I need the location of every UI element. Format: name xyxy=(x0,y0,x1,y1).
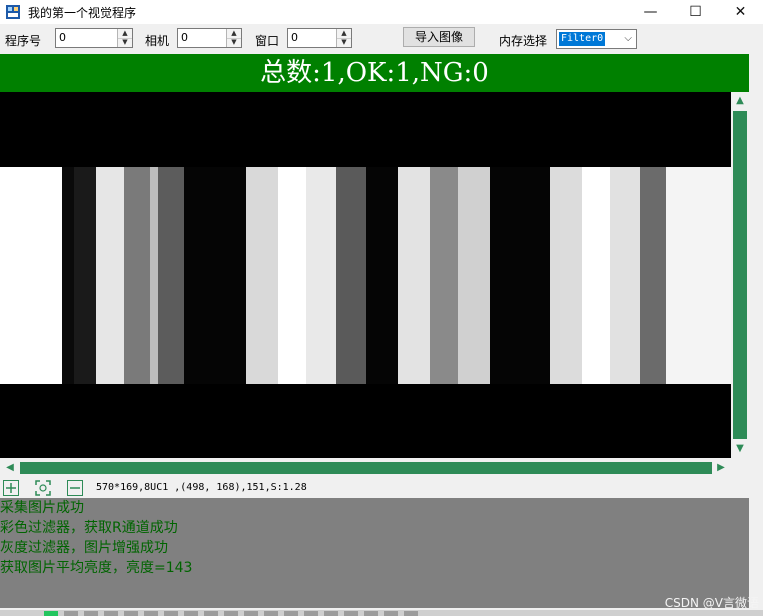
scroll-down-icon[interactable]: ▼ xyxy=(731,443,749,454)
close-button[interactable]: ✕ xyxy=(718,0,763,24)
title-bar: 我的第一个视觉程序 — ☐ ✕ xyxy=(0,0,763,24)
camera-value[interactable]: 0 xyxy=(181,31,188,44)
scroll-right-icon[interactable]: ▶ xyxy=(712,462,730,473)
window-label: 窗口 xyxy=(255,34,280,48)
camera-spinner[interactable]: 0 ▲ ▼ xyxy=(177,28,242,48)
result-banner: 总数:1,OK:1,NG:0 xyxy=(0,54,749,92)
spin-down-icon[interactable]: ▼ xyxy=(118,38,132,47)
window-value[interactable]: 0 xyxy=(291,31,298,44)
program-number-spinner[interactable]: 0 ▲ ▼ xyxy=(55,28,133,48)
import-image-button[interactable]: 导入图像 xyxy=(403,27,475,47)
memory-select-label: 内存选择 xyxy=(499,34,548,48)
log-line: 获取图片平均亮度，亮度=143 xyxy=(0,560,193,576)
chevron-down-icon[interactable]: ⌵ xyxy=(624,33,632,44)
inspection-image[interactable] xyxy=(0,167,731,384)
horizontal-scrollbar[interactable]: ◀ ▶ xyxy=(0,460,731,476)
spin-down-icon[interactable]: ▼ xyxy=(337,38,351,47)
memory-select-dropdown[interactable]: Filter0 ⌵ xyxy=(556,29,637,49)
watermark: CSDN @V言微语 xyxy=(664,596,759,610)
spin-down-icon[interactable]: ▼ xyxy=(227,38,241,47)
memory-select-value[interactable]: Filter0 xyxy=(559,32,606,46)
viewer-status-row: 570*169,8UC1 ,(498, 168),151,S:1.28 xyxy=(0,478,749,498)
window-spinner[interactable]: 0 ▲ ▼ xyxy=(287,28,352,48)
scroll-left-icon[interactable]: ◀ xyxy=(1,462,19,473)
log-line: 灰度过滤器，图片增强成功 xyxy=(0,540,168,556)
log-line: 采集图片成功 xyxy=(0,500,84,516)
bottom-progress-strip xyxy=(0,610,763,616)
log-line: 彩色过滤器，获取R通道成功 xyxy=(0,520,178,536)
zoom-in-icon[interactable] xyxy=(3,480,19,496)
log-panel: 采集图片成功 彩色过滤器，获取R通道成功 灰度过滤器，图片增强成功 获取图片平均… xyxy=(0,498,749,608)
vertical-scrollbar[interactable]: ▲ ▼ xyxy=(731,92,749,458)
minimize-button[interactable]: — xyxy=(628,0,673,24)
spinner-arrows[interactable]: ▲ ▼ xyxy=(117,29,132,47)
spinner-arrows[interactable]: ▲ ▼ xyxy=(226,29,241,47)
window-title: 我的第一个视觉程序 xyxy=(28,6,137,20)
program-number-value[interactable]: 0 xyxy=(59,31,66,44)
spinner-arrows[interactable]: ▲ ▼ xyxy=(336,29,351,47)
program-number-label: 程序号 xyxy=(5,34,42,48)
pixel-info-text: 570*169,8UC1 ,(498, 168),151,S:1.28 xyxy=(96,482,307,493)
image-viewer[interactable] xyxy=(0,92,731,458)
camera-label: 相机 xyxy=(145,34,170,48)
toolbar: 程序号 0 ▲ ▼ 相机 0 ▲ ▼ 窗口 0 ▲ ▼ 导入图像 内存选择 Fi… xyxy=(0,24,763,53)
zoom-out-icon[interactable] xyxy=(67,480,83,496)
vertical-scroll-thumb[interactable] xyxy=(733,111,747,439)
fit-to-window-icon[interactable] xyxy=(35,480,51,496)
horizontal-scroll-thumb[interactable] xyxy=(20,462,712,474)
scroll-up-icon[interactable]: ▲ xyxy=(731,95,749,106)
maximize-button[interactable]: ☐ xyxy=(673,0,718,24)
app-icon xyxy=(6,5,20,19)
